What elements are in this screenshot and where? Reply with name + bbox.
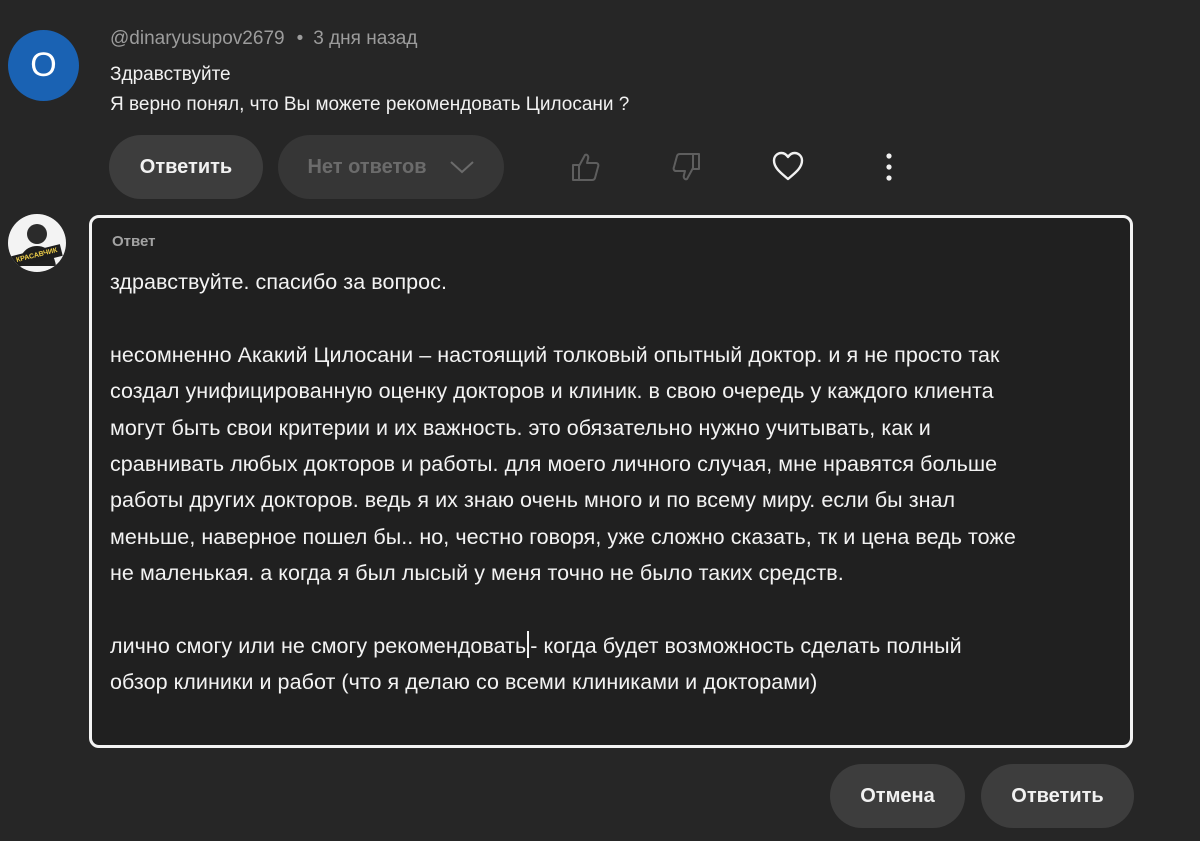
reply-text-line: обзор клиники и работ (что я делаю со вс… [110,670,818,695]
no-replies-button[interactable]: Нет ответов [278,135,504,199]
reply-text-line: здравствуйте. спасибо за вопрос. [110,270,448,294]
reply-text-content[interactable]: здравствуйте. спасибо за вопрос. несомне… [110,264,1120,737]
reply-field-label: Ответ [112,233,156,250]
reply-text-before-caret: лично смогу или не смогу рекомендовать [110,634,527,659]
reply-text-line: не маленькая. а когда я был лысый у меня… [110,561,844,586]
reply-paragraph: лично смогу или не смогу рекомендовать - … [110,628,1120,701]
text-caret [527,631,530,659]
cancel-button[interactable]: Отмена [830,764,965,828]
more-vertical-icon [886,153,892,181]
reply-text-line: меньше, наверное пошел бы.. но, честно г… [110,524,1016,549]
submit-reply-button[interactable]: Ответить [981,764,1134,828]
meta-separator: • [296,28,304,49]
reply-text-line: сравнивать любых докторов и работы. для … [110,452,998,477]
no-replies-label: Нет ответов [307,155,427,178]
reply-paragraph: несомненно Акакий Цилосани – настоящий т… [110,337,1120,592]
dislike-button[interactable] [668,148,706,186]
reply-text-line: несомненно Акакий Цилосани – настоящий т… [110,342,1000,367]
comment-author[interactable]: @dinaryusupov2679 [110,28,285,49]
reply-paragraph: здравствуйте. спасибо за вопрос. [110,264,1120,300]
reply-textarea[interactable]: Ответ здравствуйте. спасибо за вопрос. н… [89,215,1133,748]
heart-button[interactable] [768,146,808,186]
reply-button[interactable]: Ответить [109,135,263,199]
thumbs-down-icon [672,153,700,181]
reply-text-line: могут быть свои критерии и их важность. … [110,415,931,440]
commenter-avatar[interactable]: О [8,30,79,101]
reply-text-line: лично смогу или не смогу рекомендовать - … [110,628,1120,664]
thumbs-up-icon [572,153,600,181]
current-user-avatar: КРАСАВЧИК [8,214,66,272]
reply-text-line: создал унифицированную оценку докторов и… [110,379,994,404]
comment-text-line: Я верно понял, что Вы можете рекомендова… [110,94,630,115]
avatar-letter: О [30,46,57,84]
comment-text-line: Здравствуйте [110,64,231,85]
reply-text-line: работы других докторов. ведь я их знаю о… [110,488,956,513]
heart-icon [772,151,804,181]
comment-thread: О @dinaryusupov2679 • 3 дня назад Здравств… [0,0,1200,841]
comment-time[interactable]: 3 дня назад [313,28,417,49]
reply-text-after-caret: - когда будет возможность сделать полный [530,634,962,659]
more-button[interactable] [876,148,902,186]
chevron-down-icon [449,161,474,174]
comment-meta: @dinaryusupov2679 • 3 дня назад [110,28,417,50]
like-button[interactable] [566,148,604,186]
